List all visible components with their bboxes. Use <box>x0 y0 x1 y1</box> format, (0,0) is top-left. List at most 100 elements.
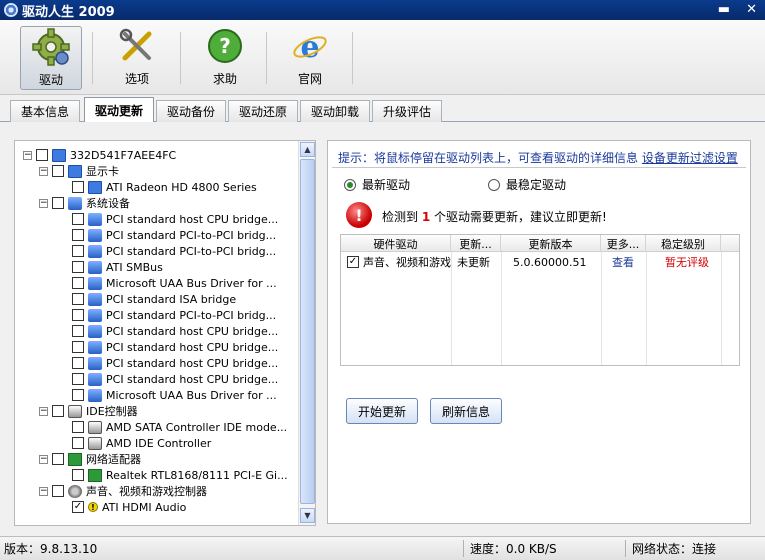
tree-node[interactable]: PCI standard ISA bridge <box>59 291 236 307</box>
tree-node[interactable]: PCI standard PCI-to-PCI bridg... <box>59 243 276 259</box>
tree-checkbox[interactable] <box>72 277 84 289</box>
driver-list: 硬件驱动 更新... 更新版本 更多... 稳定级别 ✓ 声音、视频和游戏 未更 <box>340 234 740 366</box>
view-details-link[interactable]: 查看 <box>612 253 646 271</box>
col-stability-level[interactable]: 稳定级别 <box>646 235 721 252</box>
radio-latest-driver[interactable]: 最新驱动 <box>344 176 410 193</box>
tree-checkbox[interactable] <box>72 357 84 369</box>
tree-node-label: 显示卡 <box>86 165 119 178</box>
start-update-button[interactable]: 开始更新 <box>346 398 418 424</box>
tree-node[interactable]: − 332D541F7AEE4FC <box>23 147 176 163</box>
tab-upgrade-assessment[interactable]: 升级评估 <box>372 100 442 122</box>
tree-checkbox[interactable] <box>72 261 84 273</box>
tree-node[interactable]: − 网络适配器 <box>39 451 141 467</box>
minimize-button[interactable]: ▬ <box>718 2 730 18</box>
svg-text:e: e <box>300 30 319 65</box>
table-row[interactable]: ✓ 声音、视频和游戏 未更新 5.0.60000.51 查看 暂无评级 <box>341 253 739 271</box>
chip-icon <box>88 228 102 242</box>
tree-checkbox[interactable]: ✓ <box>72 501 84 513</box>
tools-icon <box>119 28 152 61</box>
tree-node[interactable]: ATI SMBus <box>59 259 163 275</box>
tree-checkbox[interactable] <box>72 325 84 337</box>
alert-prefix: 检测到 <box>382 210 419 224</box>
status-divider <box>625 540 626 557</box>
radio-stable-driver[interactable]: 最稳定驱动 <box>488 176 566 193</box>
tree-node[interactable]: PCI standard PCI-to-PCI bridg... <box>59 307 276 323</box>
chip-icon <box>88 308 102 322</box>
scroll-down-button[interactable]: ▼ <box>300 508 315 523</box>
tree-checkbox[interactable] <box>72 341 84 353</box>
tab-driver-restore[interactable]: 驱动还原 <box>228 100 298 122</box>
tree-checkbox[interactable] <box>72 421 84 433</box>
toolbar-website-button[interactable]: e 官网 <box>279 26 341 90</box>
scroll-thumb[interactable] <box>300 159 315 504</box>
tree-node[interactable]: ATI Radeon HD 4800 Series <box>59 179 257 195</box>
tree-node[interactable]: PCI standard host CPU bridge... <box>59 371 278 387</box>
radio-stable-indicator[interactable] <box>488 178 500 191</box>
tree-expand-toggle[interactable]: − <box>39 486 48 496</box>
close-button[interactable]: ✕ <box>746 2 757 18</box>
tree-expand-toggle[interactable]: − <box>23 150 32 160</box>
tree-node[interactable]: − 声音、视频和游戏控制器 <box>39 483 207 499</box>
tree-node[interactable]: AMD SATA Controller IDE mode... <box>59 419 287 435</box>
scroll-up-button[interactable]: ▲ <box>300 142 315 157</box>
cell-stability-level: 暂无评级 <box>665 256 709 269</box>
tree-checkbox[interactable] <box>52 165 64 177</box>
tree-checkbox[interactable] <box>72 293 84 305</box>
gear-icon <box>32 28 70 66</box>
tree-node[interactable]: − 系统设备 <box>39 195 130 211</box>
tree-checkbox[interactable] <box>72 373 84 385</box>
tab-driver-backup[interactable]: 驱动备份 <box>156 100 226 122</box>
tree-node[interactable]: ✓! ATI HDMI Audio <box>59 499 186 515</box>
radio-latest-indicator[interactable] <box>344 178 356 191</box>
tab-driver-update[interactable]: 驱动更新 <box>84 97 154 122</box>
tree-expand-toggle[interactable]: − <box>39 454 48 464</box>
refresh-info-button[interactable]: 刷新信息 <box>430 398 502 424</box>
tree-checkbox[interactable] <box>72 309 84 321</box>
tree-node-label: 系统设备 <box>86 197 130 210</box>
col-more[interactable]: 更多... <box>601 235 646 252</box>
toolbar-help-button[interactable]: ? 求助 <box>194 26 256 90</box>
tree-checkbox[interactable] <box>52 453 64 465</box>
tree-checkbox[interactable] <box>52 405 64 417</box>
tree-checkbox[interactable] <box>72 213 84 225</box>
tree-checkbox[interactable] <box>36 149 48 161</box>
toolbar-options-button[interactable]: 选项 <box>106 26 168 90</box>
tree-node[interactable]: PCI standard PCI-to-PCI bridg... <box>59 227 276 243</box>
tree-checkbox[interactable] <box>72 181 84 193</box>
tree-node[interactable]: AMD IDE Controller <box>59 435 211 451</box>
title-bar[interactable]: 驱动人生 2009 ▬ ✕ <box>0 0 765 20</box>
tree-node[interactable]: PCI standard host CPU bridge... <box>59 211 278 227</box>
tab-driver-uninstall[interactable]: 驱动卸载 <box>300 100 370 122</box>
row-checkbox[interactable]: ✓ <box>347 256 359 268</box>
toolbar-driver-button[interactable]: 驱动 <box>20 26 82 90</box>
tree-node-label: AMD IDE Controller <box>106 436 212 450</box>
tree-checkbox[interactable] <box>52 485 64 497</box>
col-hardware-driver[interactable]: 硬件驱动 <box>341 235 451 252</box>
tree-checkbox[interactable] <box>72 437 84 449</box>
tree-node[interactable]: PCI standard host CPU bridge... <box>59 323 278 339</box>
tree-node[interactable]: − 显示卡 <box>39 163 119 179</box>
tree-node[interactable]: Microsoft UAA Bus Driver for ... <box>59 275 277 291</box>
chip-icon <box>88 372 102 386</box>
tree-expand-toggle[interactable]: − <box>39 406 48 416</box>
col-update-status[interactable]: 更新... <box>451 235 501 252</box>
tree-expand-toggle[interactable]: − <box>39 166 48 176</box>
tree-node-label: PCI standard ISA bridge <box>106 292 237 306</box>
tree-checkbox[interactable] <box>72 389 84 401</box>
tree-node[interactable]: Realtek RTL8168/8111 PCI-E Gi... <box>59 467 288 483</box>
tree-node[interactable]: − IDE控制器 <box>39 403 138 419</box>
tree-scrollbar[interactable]: ▲ ▼ <box>298 141 315 525</box>
tree-checkbox[interactable] <box>72 229 84 241</box>
tree-node[interactable]: PCI standard host CPU bridge... <box>59 355 278 371</box>
chip-icon <box>68 196 82 210</box>
filter-settings-link[interactable]: 设备更新过滤设置 <box>642 151 738 165</box>
col-update-version[interactable]: 更新版本 <box>501 235 601 252</box>
tree-checkbox[interactable] <box>72 469 84 481</box>
tree-checkbox[interactable] <box>52 197 64 209</box>
tree-checkbox[interactable] <box>72 245 84 257</box>
tab-basic-info[interactable]: 基本信息 <box>10 100 80 122</box>
tree-node[interactable]: Microsoft UAA Bus Driver for ... <box>59 387 277 403</box>
tree-expand-toggle[interactable]: − <box>39 198 48 208</box>
chip-icon <box>88 356 102 370</box>
tree-node[interactable]: PCI standard host CPU bridge... <box>59 339 278 355</box>
